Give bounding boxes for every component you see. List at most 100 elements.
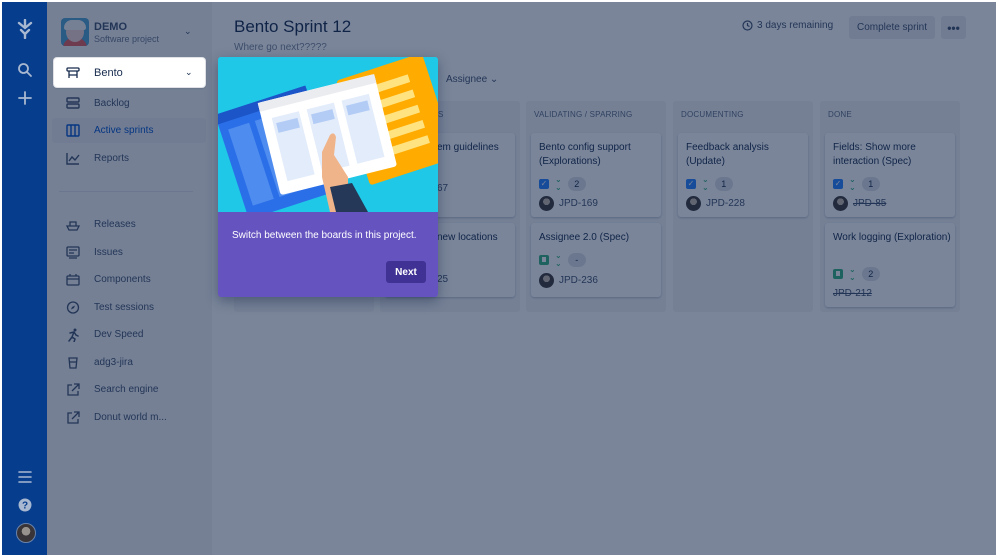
board-icon: [66, 124, 80, 137]
assignee-filter-label: Assignee: [446, 74, 488, 85]
sidebar-item-label: Issues: [94, 247, 123, 258]
jira-logo-icon[interactable]: [14, 18, 36, 40]
chevron-down-icon[interactable]: ⌄: [184, 26, 192, 37]
priority-low-icon: ⌄ ⌄: [849, 175, 856, 192]
issue-card[interactable]: Work logging (Exploration) ⌄ ⌄ 2 JPD-212: [825, 223, 955, 307]
issue-key[interactable]: JPD-85: [853, 198, 886, 209]
priority-low-icon: ⌄ ⌄: [555, 251, 562, 268]
issue-meta: ✓ ⌄ ⌄ 1: [686, 176, 733, 192]
assignee-avatar[interactable]: [539, 273, 554, 288]
assignee-filter[interactable]: Assignee ⌄: [446, 74, 498, 85]
assignee-avatar[interactable]: [539, 196, 554, 211]
search-icon[interactable]: [14, 59, 36, 81]
sidebar-item-label: Active sprints: [94, 125, 154, 136]
sidebar-item-active-sprints[interactable]: Active sprints: [52, 118, 206, 143]
task-type-icon: ✓: [539, 179, 549, 189]
sidebar-item-label: adg3-jira: [94, 357, 133, 368]
reports-icon: [66, 152, 80, 165]
sidebar-item-test-sessions[interactable]: Test sessions: [52, 295, 206, 320]
story-type-icon: [539, 255, 549, 265]
story-points-badge: 2: [861, 267, 880, 281]
sidebar-item-search-engine[interactable]: Search engine: [52, 377, 206, 402]
issue-title: Feedback analysis (Update): [686, 142, 769, 167]
issue-footer: JPD-212: [833, 288, 872, 299]
page-title: Bento Sprint 12: [234, 17, 352, 36]
issue-card[interactable]: Feedback analysis (Update) ✓ ⌄ ⌄ 1 JPD-22…: [678, 133, 808, 217]
profile-avatar[interactable]: [16, 523, 36, 543]
story-points-badge: 1: [861, 177, 880, 191]
project-type: Software project: [94, 34, 160, 44]
spotlight-message: Switch between the boards in this projec…: [232, 230, 417, 241]
column-header: DONE: [828, 110, 852, 119]
issue-title: Assignee 2.0 (Spec): [539, 232, 630, 243]
column-header: S: [438, 110, 444, 119]
sidebar-item-label: Dev Speed: [94, 329, 144, 340]
story-type-icon: [833, 269, 843, 279]
assignee-avatar[interactable]: [686, 196, 701, 211]
issue-meta: ✓ ⌄ ⌄ 1: [833, 176, 880, 192]
board-column: VALIDATING / SPARRING Bento config suppo…: [526, 101, 666, 312]
issue-footer: JPD-228: [686, 196, 745, 211]
external-link-icon: [66, 383, 80, 396]
help-icon[interactable]: ?: [14, 494, 36, 516]
spotlight-body: Switch between the boards in this projec…: [218, 212, 438, 297]
issue-key[interactable]: JPD-169: [559, 198, 598, 209]
issue-key[interactable]: JPD-212: [833, 288, 872, 299]
issue-title: Work logging (Exploration): [833, 232, 951, 243]
time-remaining: 3 days remaining: [742, 20, 833, 31]
sidebar-item-components[interactable]: Components: [52, 267, 206, 292]
components-icon: [66, 273, 80, 286]
issue-key: 67: [437, 183, 449, 194]
issue-title: Fields: Show more interaction (Spec): [833, 142, 916, 167]
issue-card[interactable]: Assignee 2.0 (Spec) ⌄ ⌄ - JPD-236: [531, 223, 661, 297]
column-header: DOCUMENTING: [681, 110, 744, 119]
issue-footer: JPD-236: [539, 273, 598, 288]
task-type-icon: ✓: [686, 179, 696, 189]
board-column: DOCUMENTING Feedback analysis (Update) ✓…: [673, 101, 813, 312]
next-button[interactable]: Next: [386, 261, 426, 283]
story-points-badge: 1: [714, 177, 733, 191]
sidebar-divider: [59, 191, 193, 192]
issue-meta: ✓ ⌄ ⌄ 2: [539, 176, 586, 192]
board-switcher-label: Bento: [94, 67, 123, 79]
svg-text:?: ?: [22, 501, 28, 512]
create-icon[interactable]: [14, 87, 36, 109]
sidebar-item-adg3-jira[interactable]: adg3-jira: [52, 350, 206, 375]
menu-icon[interactable]: [14, 466, 36, 488]
issue-card[interactable]: Bento config support (Explorations) ✓ ⌄ ⌄…: [531, 133, 661, 217]
issue-title: Bento config support (Explorations): [539, 142, 631, 167]
sidebar-item-label: Releases: [94, 219, 136, 230]
sidebar-item-label: Search engine: [94, 384, 159, 395]
priority-low-icon: ⌄ ⌄: [849, 265, 856, 282]
column-header: VALIDATING / SPARRING: [534, 110, 633, 119]
sprint-goal: Where go next?????: [234, 42, 327, 53]
story-points-badge: -: [567, 253, 586, 267]
issue-key[interactable]: JPD-228: [706, 198, 745, 209]
project-name[interactable]: DEMO: [94, 21, 127, 33]
project-avatar[interactable]: [61, 18, 89, 46]
time-remaining-label: 3 days remaining: [757, 20, 834, 31]
issue-footer: JPD-85: [833, 196, 886, 211]
complete-sprint-button[interactable]: Complete sprint: [849, 16, 935, 39]
issue-footer: JPD-169: [539, 196, 598, 211]
compass-icon: [66, 301, 80, 314]
board-switcher[interactable]: Bento ⌄: [54, 58, 205, 87]
sidebar-item-dev-speed[interactable]: Dev Speed: [52, 322, 206, 347]
more-actions-button[interactable]: •••: [941, 16, 966, 39]
issue-card[interactable]: Fields: Show more interaction (Spec) ✓ ⌄…: [825, 133, 955, 217]
sidebar-item-backlog[interactable]: Backlog: [52, 91, 206, 116]
issue-key: 25: [437, 274, 449, 285]
runner-icon: [66, 328, 80, 342]
sidebar-item-donut-world[interactable]: Donut world m...: [52, 405, 206, 430]
story-points-badge: 2: [567, 177, 586, 191]
chevron-down-icon: ⌄: [185, 67, 193, 77]
chevron-down-icon: ⌄: [489, 74, 499, 85]
issue-meta: ⌄ ⌄ 2: [833, 266, 880, 282]
issue-key[interactable]: JPD-236: [559, 275, 598, 286]
issue-meta: ⌄ ⌄ -: [539, 252, 586, 268]
assignee-avatar[interactable]: [833, 196, 848, 211]
sidebar-item-reports[interactable]: Reports: [52, 146, 206, 171]
sidebar-item-issues[interactable]: Issues: [52, 240, 206, 265]
sidebar-item-releases[interactable]: Releases: [52, 212, 206, 237]
global-navigation: ?: [2, 2, 47, 555]
